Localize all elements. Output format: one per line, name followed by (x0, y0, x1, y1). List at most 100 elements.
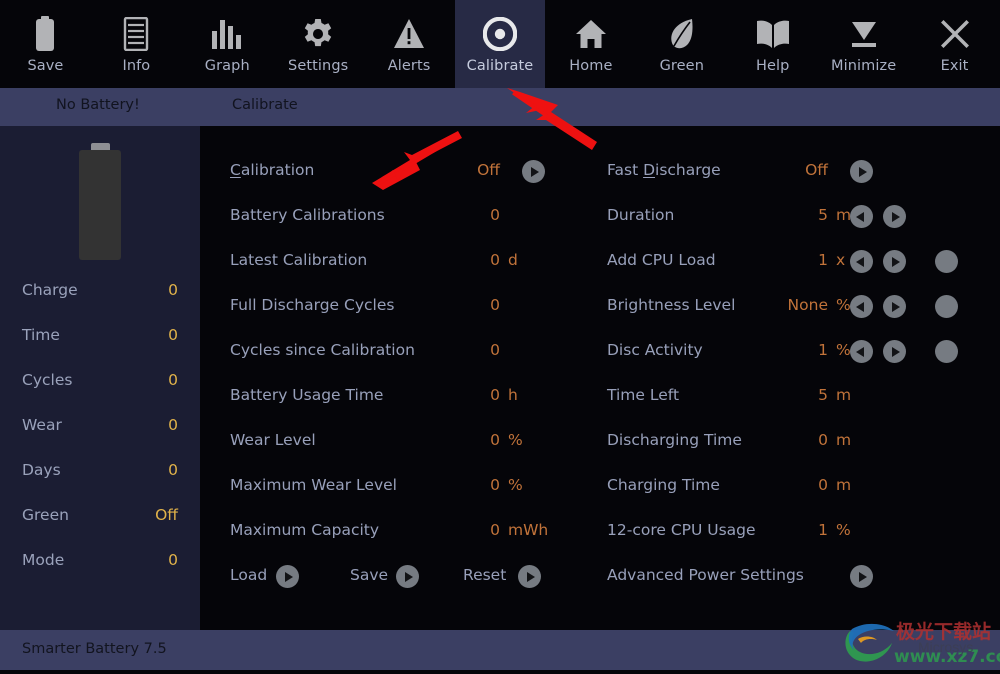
sidebar-stat-label: Mode (22, 551, 64, 569)
row-12-core-cpu-usage: 12-core CPU Usage1% (200, 521, 1000, 547)
row-fast-discharge: Fast DischargeOff (200, 161, 1000, 187)
row-label: Duration (607, 206, 674, 224)
status-bar: No Battery! Calibrate (0, 88, 1000, 126)
leaf-icon (668, 11, 696, 57)
toolbar-item-settings[interactable]: Settings (273, 0, 364, 88)
toolbar-item-green[interactable]: Green (636, 0, 727, 88)
row-value: 1 (738, 341, 828, 359)
sidebar-stat-label: Days (22, 461, 61, 479)
row-decrement-button[interactable] (850, 250, 873, 273)
battery-graphic (0, 143, 200, 268)
row-unit: m (836, 431, 851, 449)
row-label: Disc Activity (607, 341, 703, 359)
play-triangle-icon (859, 167, 867, 177)
bar-chart-icon (211, 11, 243, 57)
sidebar-stat-label: Green (22, 506, 69, 524)
sidebar-stat-label: Cycles (22, 371, 72, 389)
row-unit: x (836, 251, 845, 269)
toolbar-item-info[interactable]: Info (91, 0, 182, 88)
sidebar: Charge0Time0Cycles0Wear0Days0GreenOffMod… (0, 126, 200, 630)
row-increment-button[interactable] (883, 205, 906, 228)
left-triangle-icon (856, 212, 864, 222)
action-label: Load (230, 566, 267, 584)
action-play-button[interactable] (396, 565, 419, 588)
row-increment-button[interactable] (883, 295, 906, 318)
row-indicator-dot[interactable] (935, 250, 958, 273)
main-toolbar: Save InfoGraphSettings Alerts CalibrateHome… (0, 0, 1000, 88)
row-indicator-dot[interactable] (935, 340, 958, 363)
toolbar-item-exit[interactable]: Exit (909, 0, 1000, 88)
toolbar-item-label: Alerts (388, 58, 431, 74)
right-triangle-icon (892, 347, 900, 357)
app-name-label: Smarter Battery 7.5 (22, 641, 167, 657)
row-increment-button[interactable] (883, 250, 906, 273)
battery-icon (34, 11, 56, 57)
calibrate-panel: CalibrationOffBattery Calibrations0Lates… (200, 126, 1000, 630)
right-triangle-icon (892, 302, 900, 312)
toolbar-item-home[interactable]: Home (545, 0, 636, 88)
row-value: 5 (738, 206, 828, 224)
row-increment-button[interactable] (883, 340, 906, 363)
advanced-play-button[interactable] (850, 565, 873, 588)
toolbar-item-minimize[interactable]: Minimize (818, 0, 909, 88)
action-play-button[interactable] (276, 565, 299, 588)
toolbar-item-label: Exit (941, 58, 969, 74)
row-value: 0 (738, 476, 828, 494)
row-value: 0 (738, 431, 828, 449)
row-indicator-dot[interactable] (935, 295, 958, 318)
toolbar-item-calibrate[interactable]: Calibrate (455, 0, 546, 88)
row-label: Fast Discharge (607, 161, 721, 179)
sidebar-stat-label: Time (22, 326, 60, 344)
document-lines-icon (122, 11, 150, 57)
row-decrement-button[interactable] (850, 340, 873, 363)
sidebar-stat-value: 0 (168, 371, 178, 389)
left-triangle-icon (856, 302, 864, 312)
sidebar-stat-value: Off (155, 506, 178, 524)
action-label: Save (350, 566, 388, 584)
warning-triangle-icon (393, 11, 425, 57)
play-triangle-icon (859, 572, 867, 582)
row-unit: m (836, 386, 851, 404)
toolbar-item-alerts[interactable]: Alerts (364, 0, 455, 88)
action-label: Reset (463, 566, 506, 584)
sidebar-stat-mode: Mode0 (0, 551, 200, 573)
sidebar-stat-value: 0 (168, 461, 178, 479)
left-triangle-icon (856, 347, 864, 357)
smarter-battery-window: SaveInfoGraphSettingsAlertsCalibrateHome… (0, 0, 1000, 670)
row-time-left: Time Left5m (200, 386, 1000, 412)
battery-status-text: No Battery! (56, 97, 140, 113)
microsys-brand-label: Microsys (918, 639, 973, 655)
toolbar-item-help[interactable]: Help (727, 0, 818, 88)
site-watermark: 极光下载站 www.xz7.com Microsys (840, 617, 1000, 670)
row-decrement-button[interactable] (850, 205, 873, 228)
toolbar-item-save[interactable]: Save (0, 0, 91, 88)
toolbar-item-graph[interactable]: Graph (182, 0, 273, 88)
row-label: Add CPU Load (607, 251, 716, 269)
row-decrement-button[interactable] (850, 295, 873, 318)
toolbar-item-label: Save (27, 58, 63, 74)
minimize-icon (849, 11, 879, 57)
row-value: None (738, 296, 828, 314)
row-label: Discharging Time (607, 431, 742, 449)
row-label: Charging Time (607, 476, 720, 494)
right-triangle-icon (892, 212, 900, 222)
sidebar-stat-green: Green Off (0, 506, 200, 528)
toolbar-item-label: Green (660, 58, 704, 74)
row-play-button[interactable] (850, 160, 873, 183)
sidebar-stat-value: 0 (168, 281, 178, 299)
row-unit: m (836, 206, 851, 224)
row-add-cpu-load: Add CPU Load 1x (200, 251, 1000, 277)
sidebar-stat-value: 0 (168, 326, 178, 344)
row-discharging-time: Discharging Time0m (200, 431, 1000, 457)
row-value: 1 (738, 251, 828, 269)
sidebar-stat-charge: Charge 0 (0, 281, 200, 303)
home-icon (575, 11, 607, 57)
current-page-name: Calibrate (232, 97, 298, 113)
row-unit: % (836, 341, 851, 359)
sidebar-stat-label: Charge (22, 281, 78, 299)
row-unit: % (836, 521, 851, 539)
row-charging-time: Charging Time0m (200, 476, 1000, 502)
action-play-button[interactable] (518, 565, 541, 588)
row-label: Time Left (607, 386, 679, 404)
row-disc-activity: Disc Activity 1% (200, 341, 1000, 367)
